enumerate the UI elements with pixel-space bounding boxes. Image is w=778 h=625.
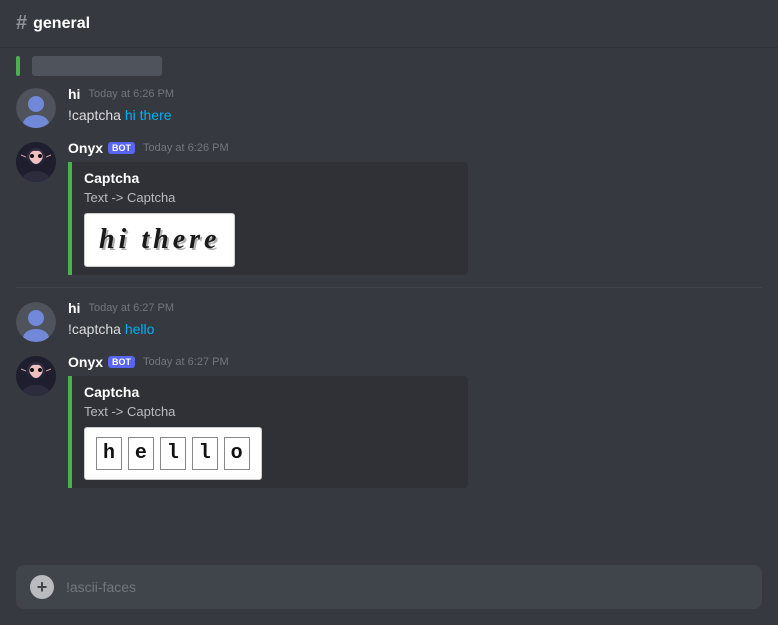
message-group-bot1: Onyx BOT Today at 6:26 PM Captcha Text -…	[0, 136, 778, 279]
avatar-hi2	[16, 302, 56, 342]
message-header-hi2: hi Today at 6:27 PM	[68, 300, 762, 316]
message-content-bot2: Onyx BOT Today at 6:27 PM Captcha Text -…	[68, 354, 762, 488]
captcha-image-1: hi there	[84, 213, 235, 267]
username-hi2: hi	[68, 300, 80, 316]
captcha-letter-o: o	[224, 437, 250, 470]
bot-badge-2: BOT	[108, 356, 135, 368]
username-onyx: Onyx	[68, 140, 103, 156]
timestamp-bot1: Today at 6:26 PM	[143, 142, 229, 154]
message-content-hi2: hi Today at 6:27 PM !captcha hello	[68, 300, 762, 340]
username-onyx2: Onyx	[68, 354, 103, 370]
embed-description: Text -> Captcha	[84, 190, 456, 205]
avatar-onyx	[16, 142, 56, 182]
bot-badge: BOT	[108, 142, 135, 154]
highlight-text-2: hello	[125, 321, 155, 337]
channel-header: # general	[0, 0, 778, 48]
captcha-text-1: hi there	[99, 224, 220, 255]
captcha-letter-h: h	[96, 437, 122, 470]
message-content-bot1: Onyx BOT Today at 6:26 PM Captcha Text -…	[68, 140, 762, 275]
message-text-hi2: !captcha hello	[68, 320, 762, 340]
message-text: !captcha hi there	[68, 106, 762, 126]
embed-description-2: Text -> Captcha	[84, 404, 456, 419]
blurred-message-group	[0, 56, 778, 76]
captcha-letter-l1: l	[160, 437, 186, 470]
captcha-letter-l2: l	[192, 437, 218, 470]
highlight-text: hi there	[125, 107, 172, 123]
avatar	[16, 88, 56, 128]
add-button[interactable]: +	[30, 575, 54, 599]
username: hi	[68, 86, 80, 102]
message-header-bot2: Onyx BOT Today at 6:27 PM	[68, 354, 762, 370]
channel-name: general	[33, 15, 90, 33]
message-group-hi2: hi Today at 6:27 PM !captcha hello	[0, 296, 778, 346]
avatar-onyx2	[16, 356, 56, 396]
divider	[16, 287, 762, 288]
command-text: !captcha	[68, 107, 125, 123]
blurred-content	[32, 56, 162, 76]
captcha-image-2: h e l l o	[84, 427, 262, 480]
message-group-bot2: Onyx BOT Today at 6:27 PM Captcha Text -…	[0, 350, 778, 492]
embed-title-2: Captcha	[84, 384, 456, 400]
timestamp: Today at 6:26 PM	[88, 88, 174, 100]
embed-captcha2: Captcha Text -> Captcha h e l l o	[68, 376, 468, 488]
channel-hash: #	[16, 12, 27, 35]
message-header-bot1: Onyx BOT Today at 6:26 PM	[68, 140, 762, 156]
command-text-2: !captcha	[68, 321, 125, 337]
message-input[interactable]	[66, 579, 748, 595]
input-area: +	[16, 565, 762, 609]
timestamp-bot2: Today at 6:27 PM	[143, 356, 229, 368]
message-header: hi Today at 6:26 PM	[68, 86, 762, 102]
embed-captcha1: Captcha Text -> Captcha hi there	[68, 162, 468, 275]
embed-title: Captcha	[84, 170, 456, 186]
timestamp-hi2: Today at 6:27 PM	[88, 302, 174, 314]
message-group: hi Today at 6:26 PM !captcha hi there	[0, 82, 778, 132]
messages-area: hi Today at 6:26 PM !captcha hi there	[0, 48, 778, 565]
green-bar-decoration	[16, 56, 20, 76]
captcha-letter-e: e	[128, 437, 154, 470]
message-content: hi Today at 6:26 PM !captcha hi there	[68, 86, 762, 126]
